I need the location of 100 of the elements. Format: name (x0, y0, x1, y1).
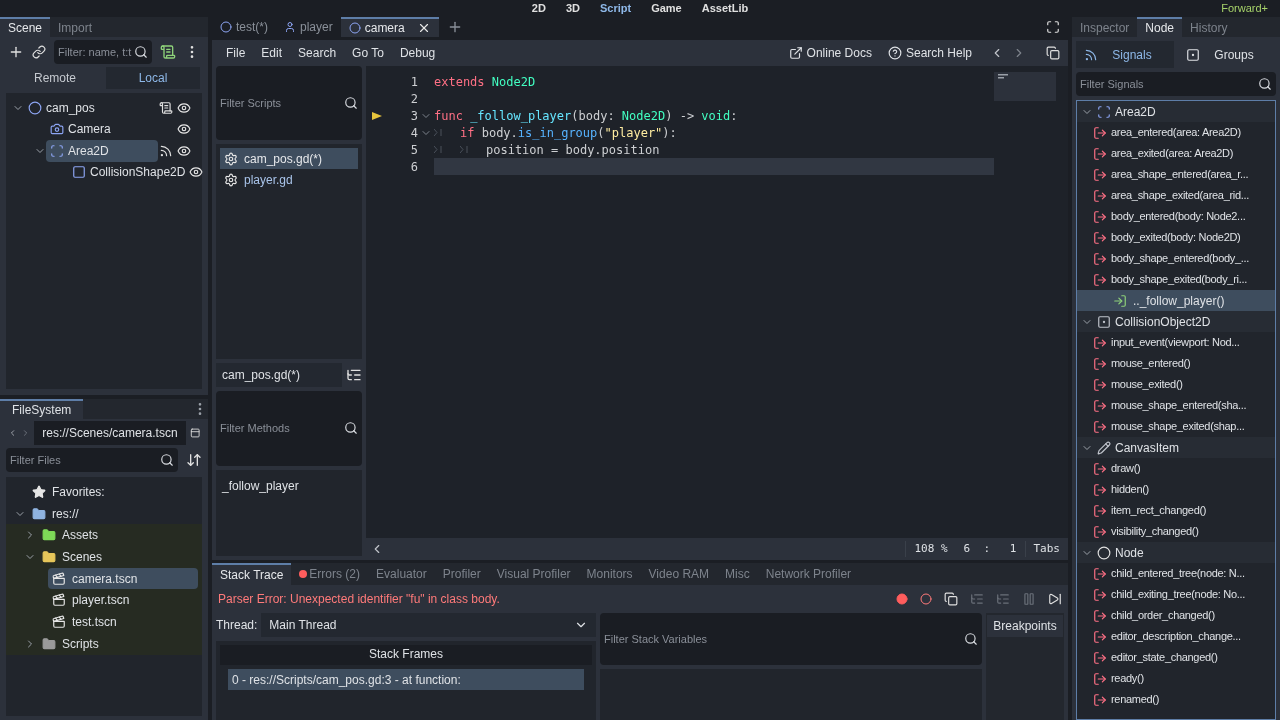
signal-item[interactable]: mouse_exited() (1077, 374, 1275, 395)
dock-tab[interactable]: Inspector (1072, 17, 1138, 37)
debugger-tab[interactable]: Errors (2) (291, 563, 369, 585)
script-item[interactable]: player.gd (220, 169, 358, 191)
method-item[interactable]: _follow_player (222, 475, 356, 497)
workspace-button[interactable]: 3D (565, 3, 580, 14)
dock-tab[interactable]: Import (50, 17, 101, 37)
dock-title[interactable]: FileSystem (0, 399, 84, 419)
mode-tab[interactable]: Remote (8, 67, 102, 89)
workspace-button[interactable]: 2D (531, 3, 546, 14)
visibility-icon[interactable] (189, 165, 204, 180)
continue-icon[interactable] (1048, 592, 1062, 606)
signal-item[interactable]: hidden() (1077, 479, 1275, 500)
signal-item[interactable]: renamed() (1077, 689, 1275, 710)
scene-node-item[interactable]: Area2D (46, 140, 158, 162)
windows-icon[interactable] (1046, 46, 1060, 60)
signals-groups-tab[interactable]: Signals (1076, 41, 1174, 68)
signal-item[interactable]: item_rect_changed() (1077, 500, 1275, 521)
debugger-tab[interactable]: Monitors (578, 563, 641, 585)
script-icon[interactable] (160, 44, 176, 60)
signal-item[interactable]: child_entered_tree(node: N... (1077, 563, 1275, 584)
debugger-tab[interactable]: Visual Profiler (488, 563, 579, 585)
signal-item[interactable]: draw() (1077, 458, 1275, 479)
code-token: if (460, 124, 475, 142)
visibility-icon[interactable] (177, 100, 191, 115)
script-icon[interactable] (159, 100, 173, 115)
fullscreen-icon[interactable] (1046, 20, 1060, 34)
signal-item[interactable]: mouse_shape_exited(shap... (1077, 416, 1275, 437)
path-field[interactable]: res://Scenes/camera.tscn (34, 421, 186, 445)
visibility-icon[interactable] (177, 122, 191, 137)
menu-item[interactable]: Edit (255, 44, 289, 62)
stack-frame-row[interactable]: 0 - res://Scripts/cam_pos.gd:3 - at function: (228, 669, 584, 690)
filter-field[interactable]: Filter Signals (1076, 72, 1276, 96)
signal-item[interactable]: body_exited(body: Node2D) (1077, 227, 1275, 248)
dock-tab[interactable]: Node (1137, 17, 1183, 37)
help-button[interactable]: Online Docs (782, 44, 878, 62)
menu-item[interactable]: File (220, 44, 252, 62)
script-item[interactable]: cam_pos.gd(*) (220, 148, 358, 170)
area-icon (50, 143, 64, 158)
signal-item[interactable]: area_shape_exited(area_rid... (1077, 185, 1275, 206)
connection-item[interactable]: .._follow_player() (1077, 290, 1275, 311)
signal-item[interactable]: body_shape_exited(body_ri... (1077, 269, 1275, 290)
debugger-tab[interactable]: Video RAM (640, 563, 718, 585)
workspace-button[interactable]: Game (651, 3, 682, 14)
signals-groups-tab[interactable]: Groups (1178, 41, 1276, 68)
workspace-button[interactable]: Script (599, 3, 632, 14)
debugger-tab[interactable]: Network Profiler (757, 563, 860, 585)
layout-icon[interactable] (189, 425, 200, 441)
filter-field[interactable]: Filter Scripts (216, 66, 362, 141)
filter-field[interactable]: Filter Files (6, 448, 178, 472)
signal-item[interactable]: visibility_changed() (1077, 521, 1275, 542)
signal-item[interactable]: area_entered(area: Area2D) (1077, 122, 1275, 143)
menu-item[interactable]: Debug (393, 44, 442, 62)
menu-item[interactable]: Go To (346, 44, 390, 62)
scene-node-item[interactable]: CollisionShape2D (68, 161, 190, 183)
signal-item[interactable]: area_exited(area: Area2D) (1077, 143, 1275, 164)
signal-item[interactable]: child_exiting_tree(node: No... (1077, 584, 1275, 605)
scene-node-item[interactable]: Camera (46, 118, 158, 140)
link-icon[interactable] (32, 45, 46, 59)
signal-item[interactable]: ready() (1077, 668, 1275, 689)
add-icon[interactable] (8, 44, 24, 60)
editor-file-tab[interactable]: test(*) (212, 17, 276, 37)
signal-item[interactable]: editor_state_changed() (1077, 647, 1275, 668)
help-button[interactable]: Search Help (881, 44, 978, 62)
signal-icon[interactable] (159, 143, 173, 158)
thread-dropdown[interactable]: Main Thread (261, 613, 596, 637)
signal-item[interactable]: input_event(viewport: Nod... (1077, 332, 1275, 353)
breakpoint-icon[interactable] (896, 593, 908, 605)
clear-breakpoints-icon[interactable] (920, 593, 932, 605)
dock-tab[interactable]: History (1182, 17, 1236, 37)
signal-item[interactable]: body_entered(body: Node2... (1077, 206, 1275, 227)
dock-tab[interactable]: Scene (0, 17, 51, 37)
file-tree-item[interactable]: Favorites: (28, 481, 198, 503)
debugger-tab[interactable]: Misc (717, 563, 758, 585)
scene-node-item[interactable]: cam_pos (24, 97, 158, 119)
file-tree-item[interactable]: res:// (28, 502, 198, 525)
signal-item[interactable]: mouse_entered() (1077, 353, 1275, 374)
sort-icon[interactable] (186, 452, 202, 468)
visibility-icon[interactable] (177, 143, 191, 158)
filter-field[interactable]: Filter Methods (216, 391, 362, 466)
copy-icon[interactable] (944, 592, 958, 606)
signal-item[interactable]: mouse_shape_entered(sha... (1077, 395, 1275, 416)
editor-file-tab[interactable]: camera (340, 17, 439, 37)
debugger-tab[interactable]: Stack Trace (212, 563, 292, 585)
workspace-button[interactable]: AssetLib (701, 3, 749, 14)
mode-tab[interactable]: Local (106, 67, 200, 89)
signal-item[interactable]: body_shape_entered(body_... (1077, 248, 1275, 269)
signal-item[interactable]: area_shape_entered(area_r... (1077, 164, 1275, 185)
file-tree-item[interactable]: camera.tscn (48, 567, 198, 590)
indent-mode[interactable]: Tabs (1024, 540, 1068, 558)
zoom-level[interactable]: 108 % (905, 540, 956, 558)
menu-item[interactable]: Search (292, 44, 343, 62)
filter-field[interactable]: Filter: name, t:t (54, 40, 152, 64)
filter-field[interactable]: Filter Stack Variables (600, 613, 982, 665)
renderer-label[interactable]: Forward+ (1221, 3, 1268, 14)
signal-item[interactable]: child_order_changed() (1077, 605, 1275, 626)
editor-file-tab[interactable]: player (276, 17, 341, 37)
debugger-tab[interactable]: Profiler (434, 563, 489, 585)
signal-item[interactable]: editor_description_change... (1077, 626, 1275, 647)
debugger-tab[interactable]: Evaluator (368, 563, 435, 585)
